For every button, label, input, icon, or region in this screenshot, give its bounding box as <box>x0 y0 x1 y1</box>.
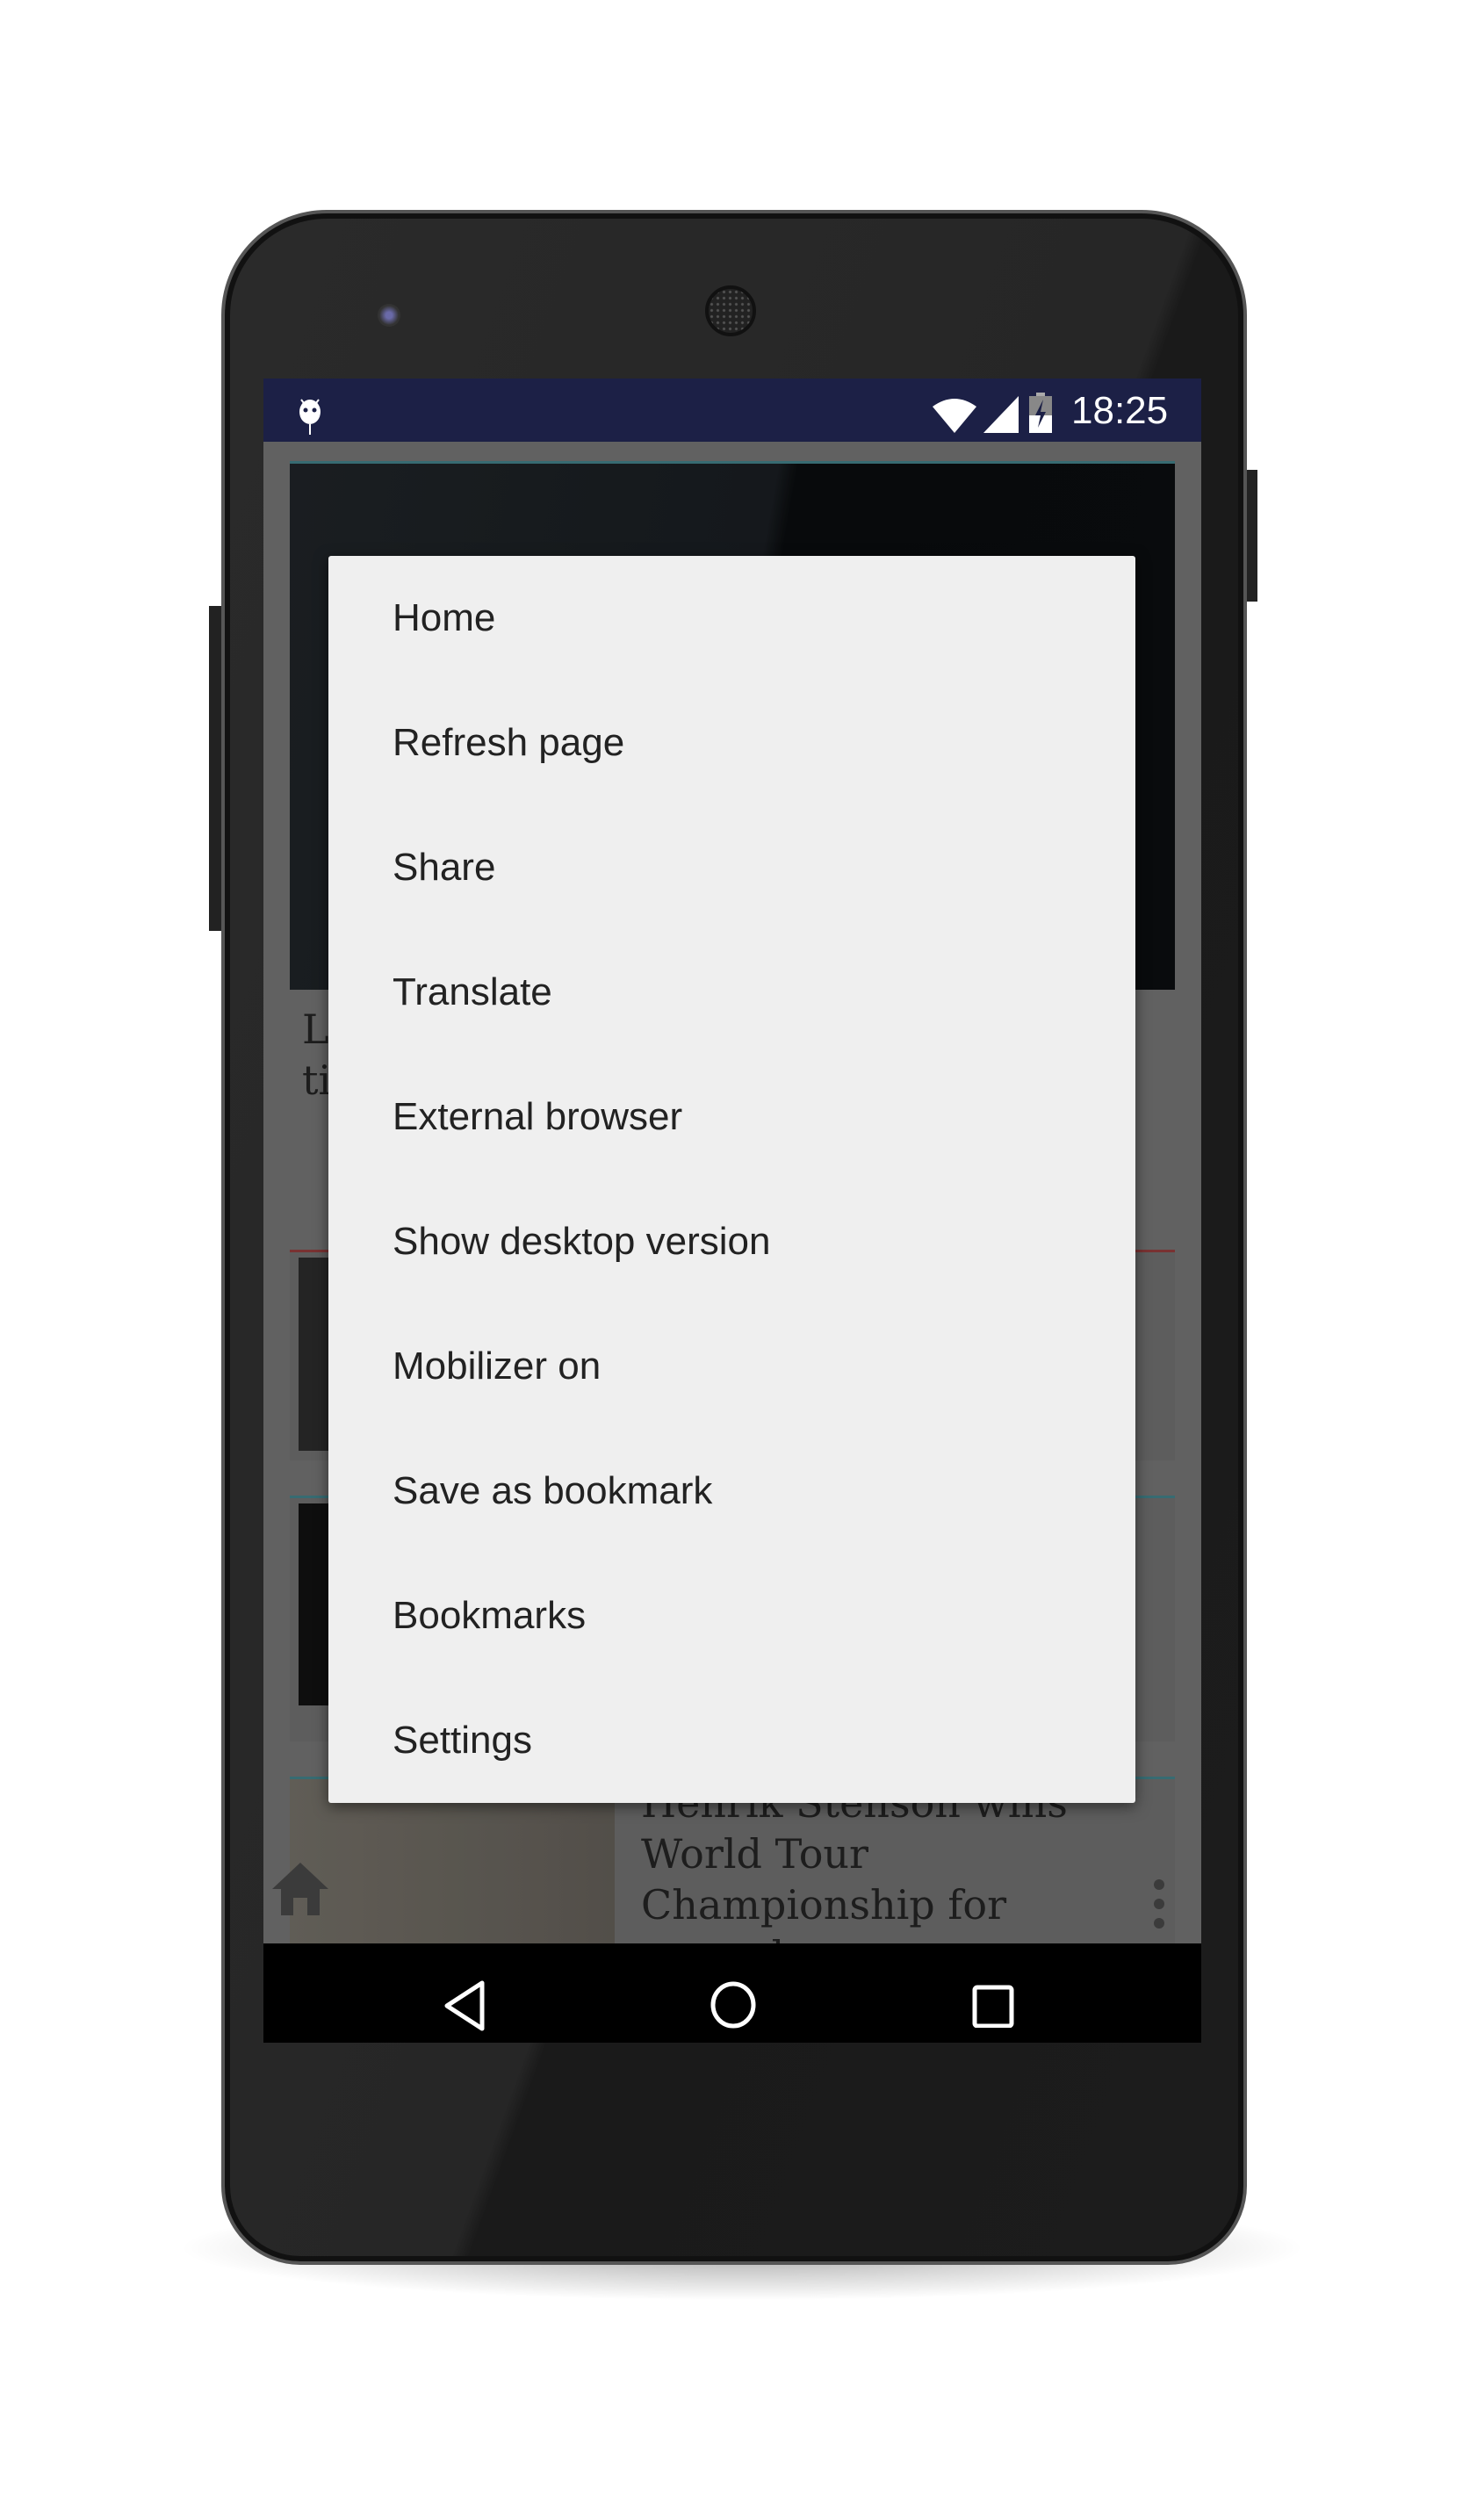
navigation-bar <box>263 1943 1201 2043</box>
wifi-icon <box>933 399 976 433</box>
status-bar: 18:25 <box>263 379 1201 442</box>
menu-item-settings[interactable]: Settings <box>328 1678 1135 1803</box>
menu-item-home[interactable]: Home <box>328 556 1135 681</box>
home-button-icon[interactable] <box>710 1980 757 2030</box>
signal-icon <box>983 396 1019 433</box>
android-debug-icon <box>299 399 321 435</box>
back-icon[interactable] <box>443 1980 486 2031</box>
menu-item-external-browser[interactable]: External browser <box>328 1055 1135 1179</box>
recents-icon[interactable] <box>971 1984 1015 2028</box>
menu-item-share[interactable]: Share <box>328 805 1135 930</box>
earpiece-speaker <box>705 285 756 336</box>
battery-charging-icon <box>1029 393 1052 433</box>
menu-item-mobilizer[interactable]: Mobilizer on <box>328 1304 1135 1429</box>
menu-item-show-desktop-version[interactable]: Show desktop version <box>328 1179 1135 1304</box>
menu-item-refresh-page[interactable]: Refresh page <box>328 681 1135 805</box>
menu-item-bookmarks[interactable]: Bookmarks <box>328 1554 1135 1678</box>
clock: 18:25 <box>1071 389 1169 432</box>
volume-button <box>209 606 221 931</box>
front-camera <box>378 304 400 327</box>
power-button <box>1247 470 1257 602</box>
menu-item-translate[interactable]: Translate <box>328 930 1135 1055</box>
menu-item-save-bookmark[interactable]: Save as bookmark <box>328 1429 1135 1554</box>
overflow-menu: Home Refresh page Share Translate Extern… <box>328 556 1135 1803</box>
